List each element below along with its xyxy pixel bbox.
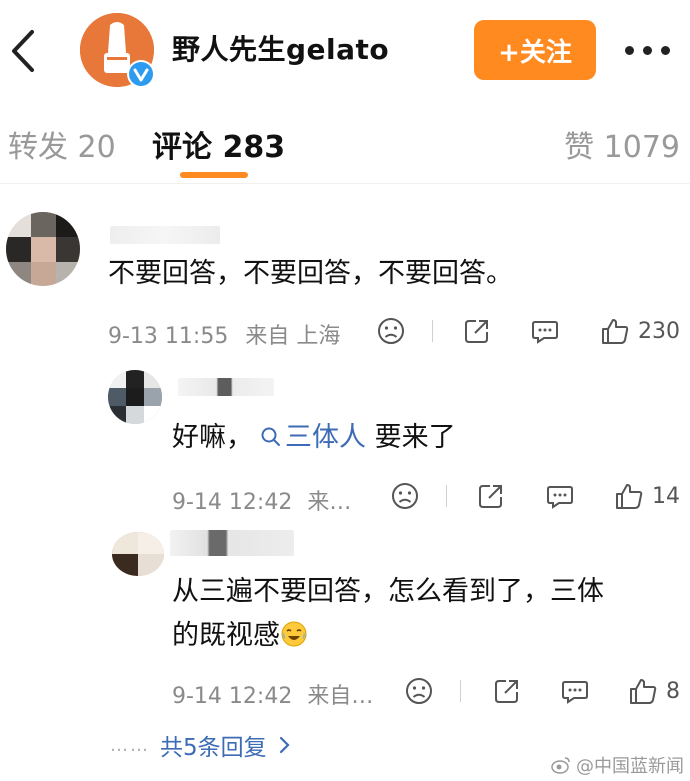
- top-bar: 野人先生gelato +关注: [0, 0, 690, 100]
- comment-meta: 9-13 11:55 来自 上海: [108, 318, 340, 350]
- watermark: @中国蓝新闻: [550, 752, 684, 778]
- reply-button[interactable]: [560, 676, 590, 706]
- dislike-icon: [378, 318, 404, 344]
- like-button[interactable]: 230: [600, 316, 680, 346]
- like-button[interactable]: 14: [614, 481, 680, 511]
- repost-button[interactable]: [462, 316, 492, 346]
- like-button[interactable]: 8: [628, 676, 680, 706]
- dislike-button[interactable]: [404, 676, 434, 706]
- username-redacted: [178, 378, 274, 396]
- reply-text: 好嘛， 三体人 要来了: [172, 416, 456, 460]
- divider: [446, 485, 447, 507]
- reply-button[interactable]: [530, 316, 560, 346]
- reply-text: 从三遍不要回答，怎么看到了，三体: [172, 576, 604, 607]
- repost-button[interactable]: [476, 481, 506, 511]
- comment-location: 来自 上海: [245, 324, 341, 349]
- tab-likes[interactable]: 赞 1079: [564, 122, 680, 166]
- username-redacted: [110, 226, 220, 244]
- comment-icon: [562, 681, 588, 704]
- follow-button[interactable]: +关注: [474, 20, 596, 80]
- view-more-replies-link[interactable]: …… 共5条回复: [110, 728, 293, 762]
- comment-text: 不要回答，不要回答，不要回答。: [108, 258, 513, 289]
- like-icon: [630, 679, 657, 704]
- weibo-logo-icon: [551, 757, 570, 774]
- dislike-button[interactable]: [390, 481, 420, 511]
- username-redacted: [170, 530, 294, 556]
- tab-comments[interactable]: 评论 283: [152, 122, 285, 166]
- search-icon: [261, 427, 280, 446]
- divider: [432, 320, 433, 342]
- more-icon[interactable]: [625, 40, 681, 60]
- dislike-icon: [392, 483, 418, 509]
- repost-icon: [465, 320, 488, 343]
- avatar[interactable]: [6, 212, 80, 286]
- reply-location: 来自…: [307, 684, 374, 709]
- tab-bar: 转发 20 评论 283 赞 1079: [0, 100, 690, 184]
- back-icon[interactable]: [4, 26, 44, 76]
- comment-icon: [547, 486, 573, 509]
- divider: [460, 680, 461, 702]
- repost-button[interactable]: [492, 676, 522, 706]
- active-tab-indicator: [180, 172, 248, 178]
- avatar[interactable]: [108, 370, 162, 424]
- tab-repost[interactable]: 转发 20: [8, 122, 116, 166]
- like-count: 8: [666, 678, 680, 704]
- reply-text-part: 的既视感: [172, 620, 280, 651]
- reply-time: 9-14 12:42: [172, 490, 293, 515]
- chevron-right-icon: [279, 736, 290, 754]
- laugh-cry-emoji-icon: [281, 621, 307, 647]
- reply-meta: 9-14 12:42 来…: [172, 484, 351, 516]
- avatar[interactable]: [112, 532, 164, 576]
- reply-text-part: 好嘛，: [172, 422, 253, 453]
- dislike-icon: [406, 678, 432, 704]
- topic-name: 三体人: [285, 422, 366, 453]
- reply-text: 的既视感: [172, 614, 308, 658]
- watermark-text: @中国蓝新闻: [576, 756, 684, 777]
- like-count: 230: [638, 318, 680, 344]
- dotted-leader: ……: [110, 734, 150, 756]
- more-replies-label: 共5条回复: [160, 735, 267, 761]
- like-icon: [616, 484, 643, 509]
- comment-time: 9-13 11:55: [108, 324, 229, 349]
- reply-time: 9-14 12:42: [172, 684, 293, 709]
- comment-icon: [532, 321, 558, 344]
- reply-text-part: 要来了: [366, 422, 456, 453]
- account-name[interactable]: 野人先生gelato: [172, 28, 389, 68]
- repost-icon: [495, 680, 518, 703]
- like-count: 14: [652, 483, 680, 509]
- like-icon: [602, 319, 629, 344]
- reply-button[interactable]: [545, 481, 575, 511]
- topic-link[interactable]: 三体人: [253, 422, 366, 453]
- repost-icon: [479, 485, 502, 508]
- reply-meta: 9-14 12:42 来自…: [172, 678, 373, 710]
- dislike-button[interactable]: [376, 316, 406, 346]
- reply-location: 来…: [307, 490, 352, 515]
- verified-badge-icon: [127, 60, 155, 88]
